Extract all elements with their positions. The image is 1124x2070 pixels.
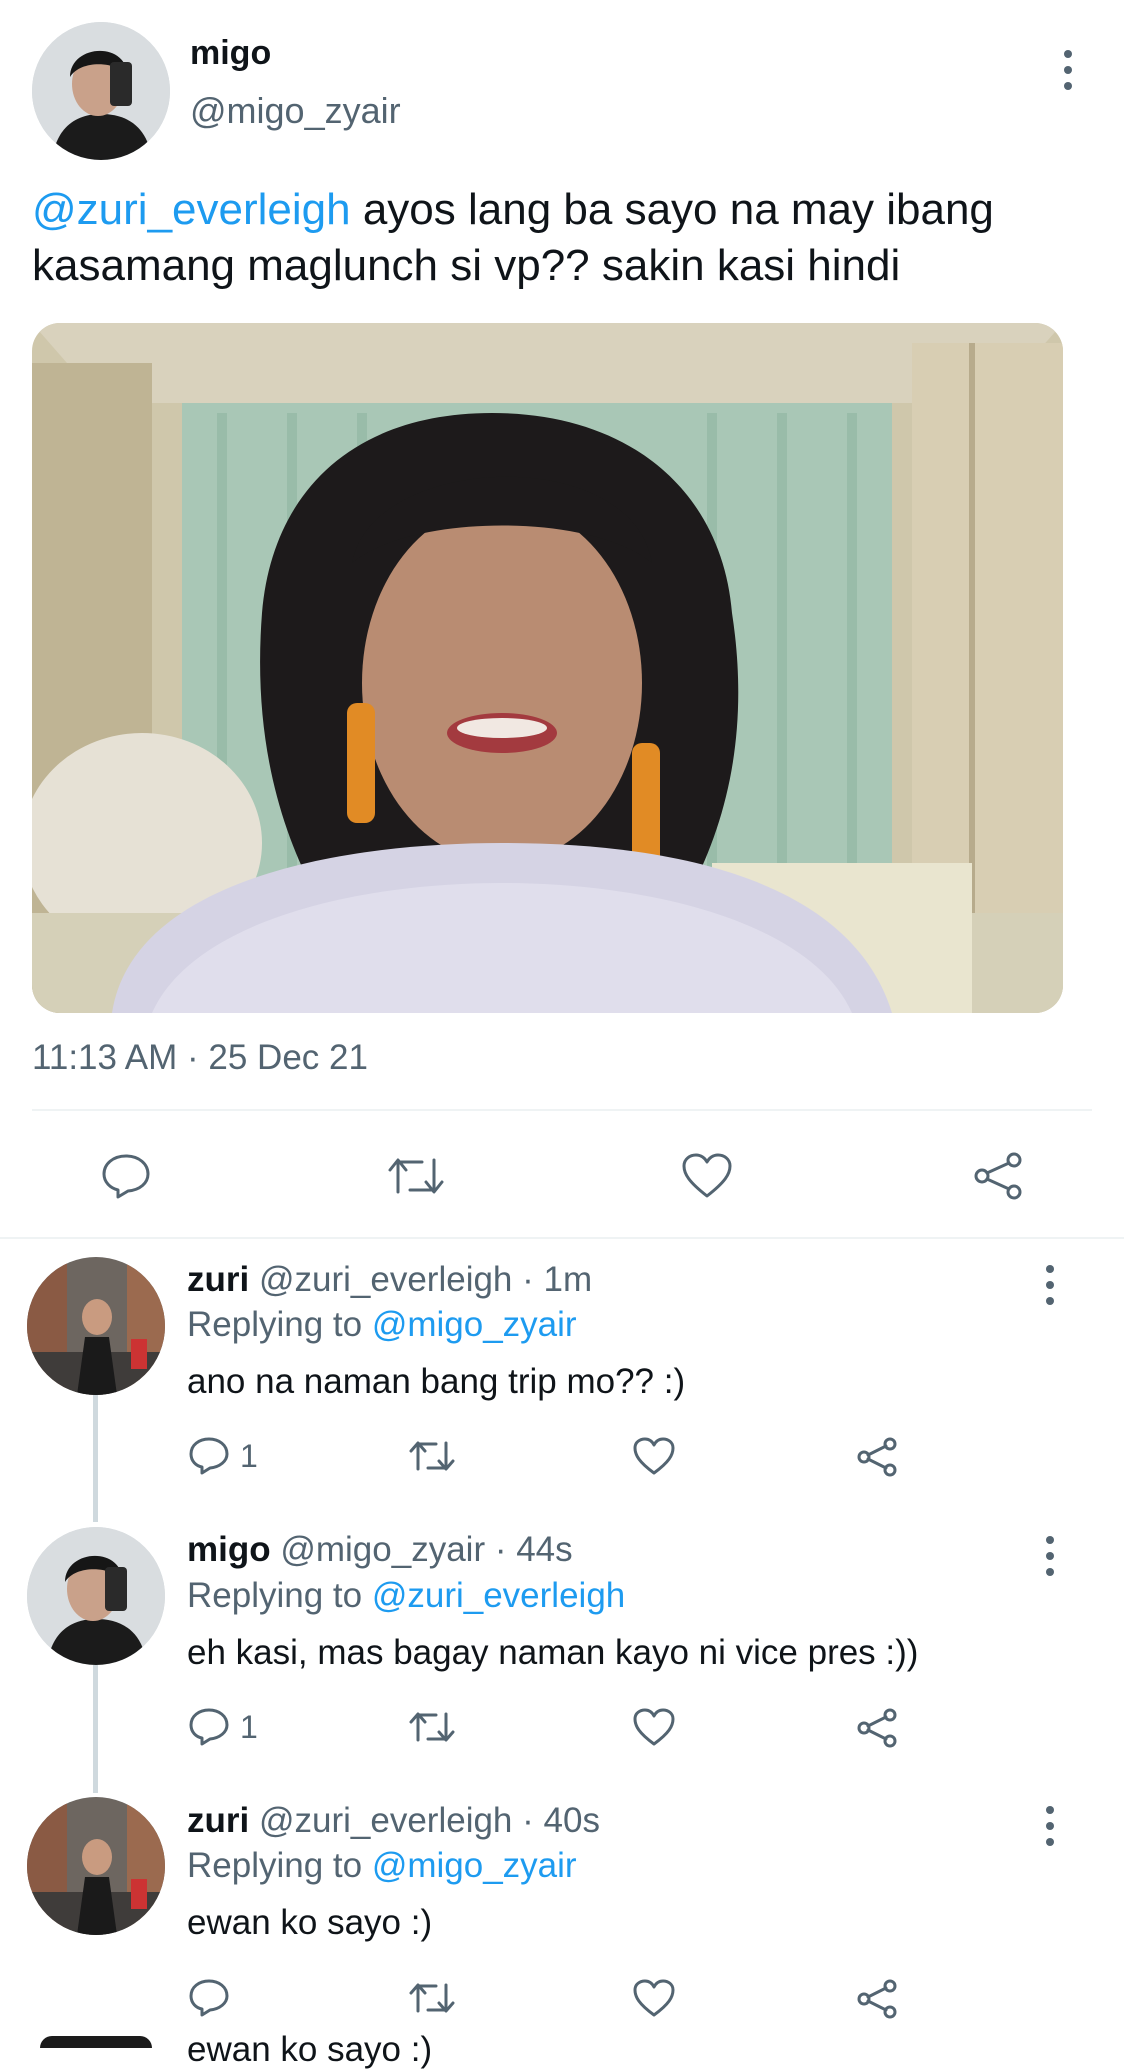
author-name[interactable]: migo xyxy=(190,34,271,73)
share-icon xyxy=(857,1437,897,1477)
share-icon xyxy=(857,1979,897,2019)
like-icon xyxy=(633,1708,675,1746)
author-avatar[interactable] xyxy=(32,22,170,160)
replying-to-link[interactable]: @migo_zyair xyxy=(372,1846,577,1885)
more-vertical-icon xyxy=(1046,1806,1054,1814)
more-vertical-icon xyxy=(1046,1265,1054,1273)
like-button[interactable] xyxy=(632,1707,676,1747)
replying-to-link[interactable]: @zuri_everleigh xyxy=(372,1576,625,1615)
reply-author-handle[interactable]: @zuri_everleigh xyxy=(259,1260,512,1299)
share-button[interactable] xyxy=(855,1436,899,1478)
reply-author-name[interactable]: zuri xyxy=(187,1801,249,1840)
more-vertical-icon xyxy=(1064,50,1072,58)
replying-to: Replying to @migo_zyair xyxy=(187,1305,577,1344)
share-button[interactable] xyxy=(855,1978,899,2020)
retweet-icon xyxy=(409,1441,455,1471)
reply-time: · 1m xyxy=(512,1260,593,1299)
like-icon xyxy=(682,1153,732,1198)
reply-time: · 44s xyxy=(485,1530,573,1569)
retweet-icon xyxy=(409,1712,455,1742)
share-button[interactable] xyxy=(855,1707,899,1749)
thread-line xyxy=(93,1665,98,1793)
reply-more-button[interactable] xyxy=(1040,1806,1060,1846)
reply-avatar[interactable] xyxy=(27,1527,165,1665)
reply-icon xyxy=(189,1979,229,2017)
reply-more-button[interactable] xyxy=(1040,1265,1060,1305)
thread-line xyxy=(93,1395,98,1522)
reply-button[interactable] xyxy=(94,1148,158,1204)
retweet-icon xyxy=(409,1983,455,2013)
author-handle[interactable]: @migo_zyair xyxy=(190,90,401,132)
tweet-text: @zuri_everleigh ayos lang ba sayo na may… xyxy=(32,182,1072,294)
next-reply-avatar-partial[interactable] xyxy=(40,2036,152,2048)
reply-count: 1 xyxy=(240,1708,258,1745)
divider xyxy=(32,1109,1092,1111)
reply-text: ewan ko sayo :) xyxy=(187,1903,433,1942)
reply-header: zuri @zuri_everleigh · 40s xyxy=(187,1801,600,1841)
reply-author-handle[interactable]: @migo_zyair xyxy=(280,1530,485,1569)
retweet-button[interactable] xyxy=(408,1707,456,1747)
mention-link[interactable]: @zuri_everleigh xyxy=(32,185,351,234)
reply-author-name[interactable]: zuri xyxy=(187,1260,249,1299)
share-icon xyxy=(857,1708,897,1748)
tweet-timestamp[interactable]: 11:13 AM · 25 Dec 21 xyxy=(32,1038,368,1078)
reply-time: · 40s xyxy=(512,1801,600,1840)
reply-text: eh kasi, mas bagay naman kayo ni vice pr… xyxy=(187,1633,919,1672)
retweet-button[interactable] xyxy=(384,1148,448,1204)
like-button[interactable] xyxy=(632,1436,676,1476)
more-options-button[interactable] xyxy=(1058,50,1078,90)
like-icon xyxy=(633,1437,675,1475)
reply-header: migo @migo_zyair · 44s xyxy=(187,1530,573,1570)
share-icon xyxy=(974,1152,1022,1200)
like-icon xyxy=(633,1979,675,2017)
replying-to-link[interactable]: @migo_zyair xyxy=(372,1305,577,1344)
reply-button[interactable]: 1 xyxy=(188,1436,258,1476)
tweet-media-image[interactable] xyxy=(32,323,1063,1013)
next-reply-text-partial: ewan ko sayo :) xyxy=(187,2030,433,2069)
reply-text: ano na naman bang trip mo?? :) xyxy=(187,1362,686,1401)
reply-author-handle[interactable]: @zuri_everleigh xyxy=(259,1801,512,1840)
more-vertical-icon xyxy=(1046,1536,1054,1544)
share-button[interactable] xyxy=(966,1148,1030,1204)
reply-header: zuri @zuri_everleigh · 1m xyxy=(187,1260,592,1300)
reply-avatar[interactable] xyxy=(27,1257,165,1395)
reply-button[interactable]: 1 xyxy=(188,1707,258,1747)
reply-count: 1 xyxy=(240,1437,258,1474)
replying-to: Replying to @zuri_everleigh xyxy=(187,1576,626,1615)
reply-more-button[interactable] xyxy=(1040,1536,1060,1576)
like-button[interactable] xyxy=(675,1148,739,1204)
like-button[interactable] xyxy=(632,1978,676,2018)
reply-icon xyxy=(102,1154,150,1199)
reply-icon xyxy=(189,1708,229,1746)
reply-button[interactable] xyxy=(188,1978,230,2018)
reply-avatar[interactable] xyxy=(27,1797,165,1935)
retweet-button[interactable] xyxy=(408,1436,456,1476)
section-divider xyxy=(0,1237,1124,1239)
replying-to: Replying to @migo_zyair xyxy=(187,1846,577,1885)
retweet-icon xyxy=(388,1158,444,1194)
retweet-button[interactable] xyxy=(408,1978,456,2018)
reply-author-name[interactable]: migo xyxy=(187,1530,271,1569)
reply-icon xyxy=(189,1437,229,1475)
